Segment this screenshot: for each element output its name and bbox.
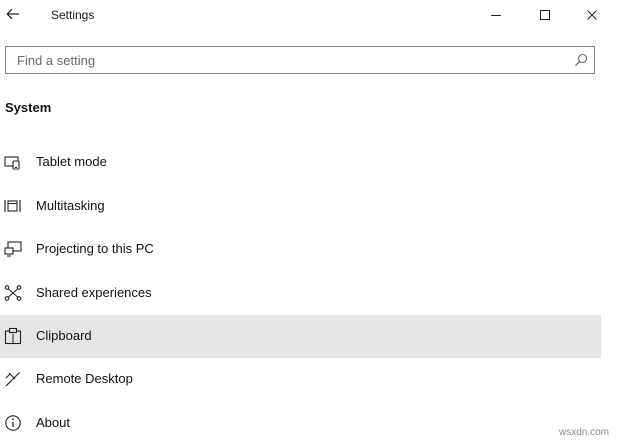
remote-desktop-icon xyxy=(5,372,20,387)
tablet-mode-icon xyxy=(4,156,20,170)
nav-item-label: Shared experiences xyxy=(36,285,152,300)
info-icon xyxy=(5,415,21,431)
nav-item-clipboard[interactable]: Clipboard xyxy=(0,315,601,358)
clipboard-icon xyxy=(4,327,22,345)
arrow-left-icon xyxy=(6,8,19,20)
nav-item-remote-desktop[interactable]: Remote Desktop xyxy=(0,358,601,401)
title-bar: Settings xyxy=(0,0,619,32)
back-button[interactable] xyxy=(2,3,24,25)
nav-item-projecting[interactable]: Projecting to this PC xyxy=(0,228,601,271)
nav-item-shared-experiences[interactable]: Shared experiences xyxy=(0,272,601,315)
nav-item-tablet-mode[interactable]: Tablet mode xyxy=(0,141,601,184)
minimize-icon xyxy=(491,15,501,16)
multitasking-icon xyxy=(4,200,21,212)
nav-item-label: About xyxy=(36,415,70,430)
nav-item-label: Projecting to this PC xyxy=(36,241,154,256)
close-button[interactable] xyxy=(578,2,606,28)
search-button[interactable] xyxy=(574,53,588,67)
nav-item-label: Tablet mode xyxy=(36,154,107,169)
settings-window: Settings System xyxy=(0,0,619,442)
search-box xyxy=(5,46,595,74)
watermark: wsxdn.com xyxy=(558,427,609,438)
close-icon xyxy=(587,10,597,20)
nav-item-label: Multitasking xyxy=(36,198,105,213)
nav-item-about[interactable]: About xyxy=(0,402,601,442)
nav-item-label: Clipboard xyxy=(36,328,92,343)
maximize-icon xyxy=(540,10,550,20)
minimize-button[interactable] xyxy=(482,2,510,28)
search-input[interactable] xyxy=(6,47,566,73)
nav-item-multitasking[interactable]: Multitasking xyxy=(0,185,601,228)
shared-experiences-icon xyxy=(4,285,22,301)
nav-item-label: Remote Desktop xyxy=(36,371,133,386)
app-title: Settings xyxy=(51,8,95,22)
projecting-icon xyxy=(4,241,22,257)
search-icon xyxy=(575,53,588,66)
section-title: System xyxy=(5,100,52,115)
maximize-button[interactable] xyxy=(531,2,559,28)
